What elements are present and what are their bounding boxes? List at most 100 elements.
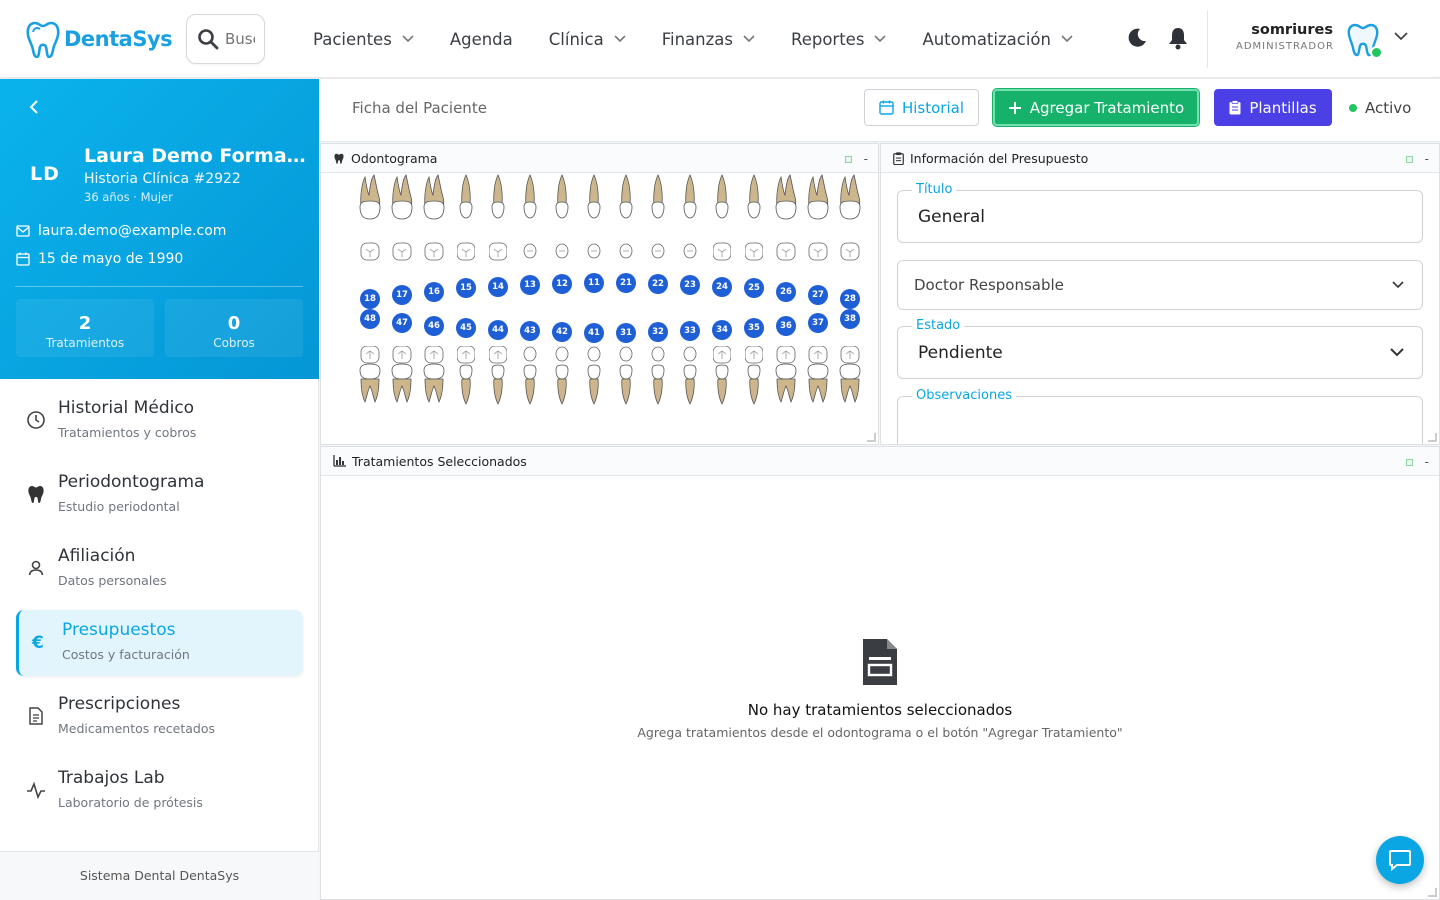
tooth-drawing[interactable] bbox=[649, 173, 667, 277]
tooth-number-16[interactable]: 16 bbox=[424, 282, 444, 302]
app-logo[interactable]: DentaSys bbox=[26, 20, 173, 58]
history-button[interactable]: Historial bbox=[864, 89, 979, 126]
tooth-drawing[interactable] bbox=[681, 173, 699, 277]
tooth-number-34[interactable]: 34 bbox=[712, 320, 732, 340]
tooth-number-23[interactable]: 23 bbox=[680, 275, 700, 295]
tooth-number-46[interactable]: 46 bbox=[424, 316, 444, 336]
tooth-drawing[interactable] bbox=[649, 346, 667, 408]
tooth-number-36[interactable]: 36 bbox=[776, 316, 796, 336]
tooth-drawing[interactable] bbox=[774, 346, 798, 408]
tooth-drawing[interactable] bbox=[390, 173, 414, 277]
tooth-drawing[interactable] bbox=[521, 173, 539, 277]
tooth-drawing[interactable] bbox=[745, 173, 763, 277]
tooth-number-22[interactable]: 22 bbox=[648, 274, 668, 294]
sidebar-item-afiliacion[interactable]: Afiliación Datos personales bbox=[16, 536, 303, 602]
tooth-number-26[interactable]: 26 bbox=[776, 282, 796, 302]
maximize-icon[interactable] bbox=[1405, 458, 1413, 466]
tooth-drawing[interactable] bbox=[457, 173, 475, 277]
bell-icon[interactable] bbox=[1167, 26, 1189, 50]
doctor-select[interactable]: Doctor Responsable bbox=[897, 260, 1423, 310]
tooth-number-25[interactable]: 25 bbox=[744, 278, 764, 298]
tooth-drawing[interactable] bbox=[553, 173, 571, 277]
nav-agenda[interactable]: Agenda bbox=[450, 30, 513, 49]
minimize-icon[interactable]: - bbox=[864, 152, 868, 166]
title-field[interactable]: Título General bbox=[897, 182, 1423, 243]
tooth-drawing[interactable] bbox=[457, 346, 475, 408]
search-input[interactable] bbox=[225, 30, 255, 48]
chat-button[interactable] bbox=[1376, 836, 1424, 884]
tooth-number-31[interactable]: 31 bbox=[616, 323, 636, 343]
tooth-drawing[interactable] bbox=[713, 173, 731, 277]
tooth-number-43[interactable]: 43 bbox=[520, 321, 540, 341]
tooth-number-47[interactable]: 47 bbox=[392, 313, 412, 333]
observations-textarea[interactable]: Observaciones bbox=[897, 388, 1423, 444]
tooth-number-24[interactable]: 24 bbox=[712, 277, 732, 297]
tooth-drawing[interactable] bbox=[838, 173, 862, 277]
tooth-drawing[interactable] bbox=[489, 173, 507, 277]
tooth-number-21[interactable]: 21 bbox=[616, 273, 636, 293]
tooth-drawing[interactable] bbox=[617, 173, 635, 277]
tooth-number-18[interactable]: 18 bbox=[360, 289, 380, 309]
tooth-drawing[interactable] bbox=[521, 346, 539, 408]
tooth-drawing[interactable] bbox=[617, 346, 635, 408]
minimize-icon[interactable]: - bbox=[1425, 455, 1429, 469]
maximize-icon[interactable] bbox=[844, 155, 852, 163]
sidebar-item-trabajos-lab[interactable]: Trabajos Lab Laboratorio de prótesis bbox=[16, 758, 303, 824]
tooth-drawing[interactable] bbox=[774, 173, 798, 277]
tooth-drawing[interactable] bbox=[838, 346, 862, 408]
panel-header[interactable]: Información del Presupuesto - bbox=[881, 144, 1439, 173]
chevron-down-icon[interactable] bbox=[1394, 32, 1408, 41]
tooth-drawing[interactable] bbox=[806, 346, 830, 408]
tooth-drawing[interactable] bbox=[585, 173, 603, 277]
resize-handle[interactable] bbox=[1428, 433, 1437, 442]
templates-button[interactable]: Plantillas bbox=[1214, 89, 1332, 126]
tooth-drawing[interactable] bbox=[390, 346, 414, 408]
tooth-drawing[interactable] bbox=[489, 346, 507, 408]
tooth-number-15[interactable]: 15 bbox=[456, 278, 476, 298]
tooth-number-42[interactable]: 42 bbox=[552, 322, 572, 342]
resize-handle[interactable] bbox=[1428, 888, 1437, 897]
back-arrow-icon[interactable] bbox=[24, 97, 44, 117]
tooth-number-33[interactable]: 33 bbox=[680, 321, 700, 341]
odontogram-chart[interactable]: 18 17 16 15 14 13 12 11 21 22 23 24 25 26 27 28 48 47 46 45… bbox=[321, 173, 878, 444]
search-box[interactable] bbox=[186, 14, 265, 64]
tooth-number-14[interactable]: 14 bbox=[488, 277, 508, 297]
tooth-number-45[interactable]: 45 bbox=[456, 318, 476, 338]
tooth-number-48[interactable]: 48 bbox=[360, 309, 380, 329]
tooth-drawing[interactable] bbox=[745, 346, 763, 408]
sidebar-item-periodontograma[interactable]: Periodontograma Estudio periodontal bbox=[16, 462, 303, 528]
patient-email[interactable]: laura.demo@example.com bbox=[38, 223, 226, 239]
tooth-number-38[interactable]: 38 bbox=[840, 309, 860, 329]
tooth-drawing[interactable] bbox=[358, 346, 382, 408]
tooth-drawing[interactable] bbox=[422, 173, 446, 277]
tooth-number-17[interactable]: 17 bbox=[392, 285, 412, 305]
user-info[interactable]: somriures ADMINISTRADOR bbox=[1236, 22, 1333, 52]
nav-finanzas[interactable]: Finanzas bbox=[662, 30, 755, 49]
panel-header[interactable]: Tratamientos Seleccionados - bbox=[321, 447, 1439, 476]
nav-pacientes[interactable]: Pacientes bbox=[313, 30, 414, 49]
nav-clinica[interactable]: Clínica bbox=[549, 30, 626, 49]
tooth-number-37[interactable]: 37 bbox=[808, 313, 828, 333]
tooth-number-27[interactable]: 27 bbox=[808, 285, 828, 305]
tooth-drawing[interactable] bbox=[713, 346, 731, 408]
tooth-number-11[interactable]: 11 bbox=[584, 273, 604, 293]
status-select[interactable]: Estado Pendiente bbox=[897, 318, 1423, 379]
tooth-number-41[interactable]: 41 bbox=[584, 323, 604, 343]
tooth-number-13[interactable]: 13 bbox=[520, 275, 540, 295]
sidebar-item-presupuestos[interactable]: € Presupuestos Costos y facturación bbox=[16, 610, 303, 676]
resize-handle[interactable] bbox=[867, 433, 876, 442]
tooth-number-35[interactable]: 35 bbox=[744, 318, 764, 338]
nav-reportes[interactable]: Reportes bbox=[791, 30, 887, 49]
sidebar-item-historial-medico[interactable]: Historial Médico Tratamientos y cobros bbox=[16, 388, 303, 454]
tooth-number-44[interactable]: 44 bbox=[488, 320, 508, 340]
tooth-drawing[interactable] bbox=[358, 173, 382, 277]
tooth-number-32[interactable]: 32 bbox=[648, 322, 668, 342]
tooth-drawing[interactable] bbox=[806, 173, 830, 277]
tooth-number-28[interactable]: 28 bbox=[840, 289, 860, 309]
nav-automatizacion[interactable]: Automatización bbox=[922, 30, 1073, 49]
tooth-drawing[interactable] bbox=[681, 346, 699, 408]
panel-header[interactable]: Odontograma - bbox=[321, 144, 878, 173]
add-treatment-button[interactable]: Agregar Tratamiento bbox=[993, 89, 1199, 126]
tooth-drawing[interactable] bbox=[553, 346, 571, 408]
minimize-icon[interactable]: - bbox=[1425, 152, 1429, 166]
